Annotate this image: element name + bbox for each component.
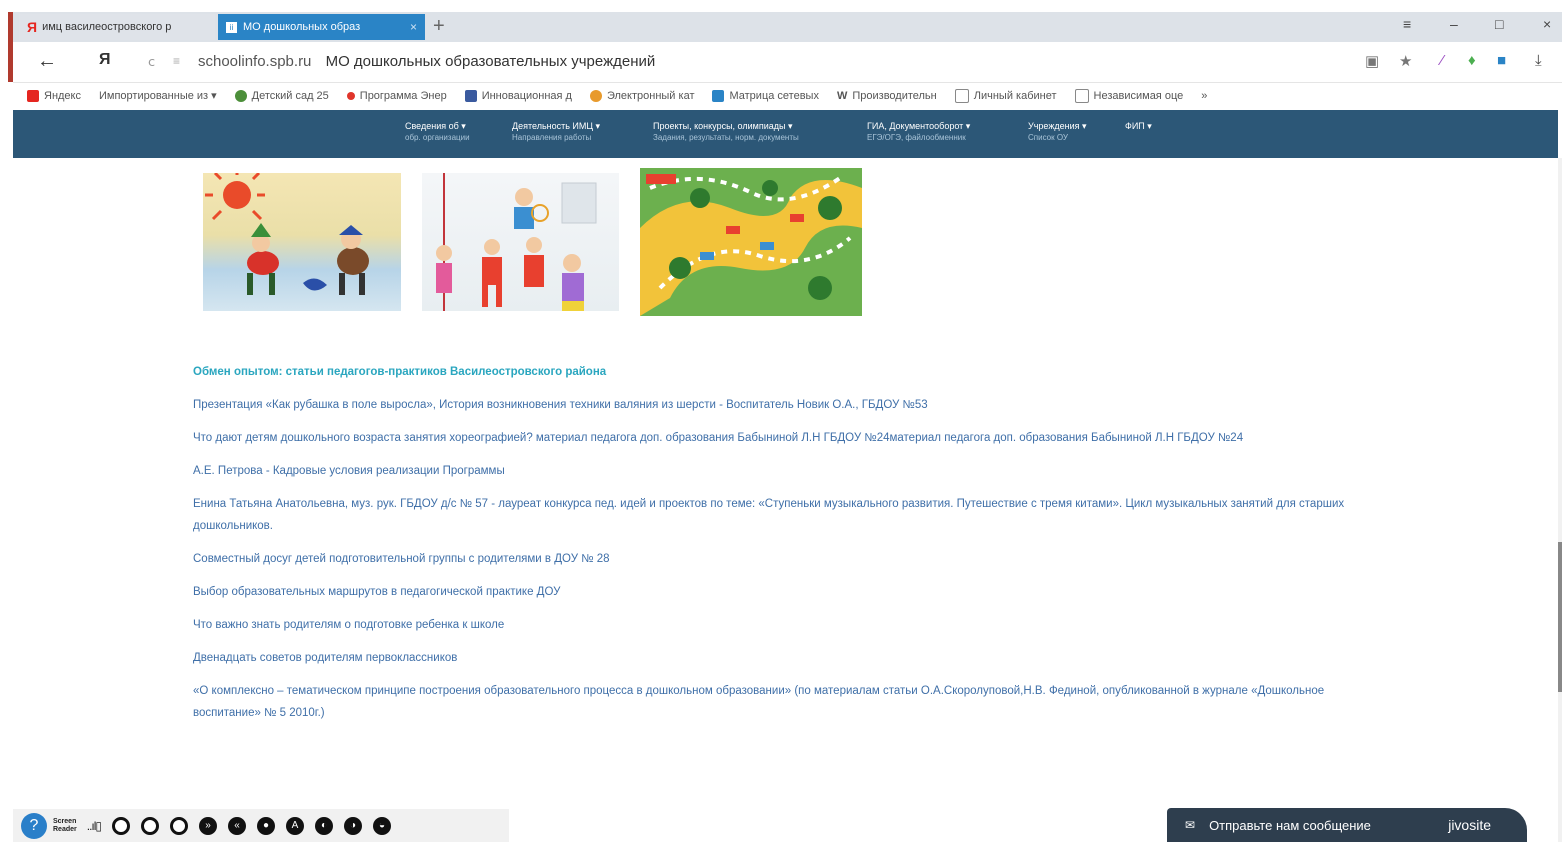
dot-icon: [346, 91, 355, 100]
reload-icon[interactable]: ⅽ: [148, 54, 155, 70]
tab-label: имц василеостровского р: [42, 21, 172, 33]
bookmark-proizvoditeln[interactable]: W Производительн: [837, 90, 937, 102]
url-host: schoolinfo.spb.ru: [198, 53, 312, 70]
yandex-icon: [27, 89, 39, 102]
site-navigation: Сведения об ▾ обр. организации Деятельнос…: [13, 110, 1558, 158]
nav-proekty[interactable]: Проекты, конкурсы, олимпиады ▾ Задания, р…: [653, 120, 799, 144]
new-tab-button[interactable]: +: [433, 15, 445, 38]
tab-bar: Я имц василеостровского р ii МО дошкольн…: [13, 12, 1562, 42]
screen-reader-label: Screen Reader: [53, 817, 77, 833]
w-icon: W: [836, 89, 848, 102]
tab-close-icon[interactable]: ×: [410, 20, 417, 34]
address-bar: ← Я ⅽ ≡ schoolinfo.spb.ru МО дошкольных …: [13, 42, 1562, 83]
speed-down-icon[interactable]: «: [228, 816, 247, 835]
bookmarks-bar: Яндекс Импортированные из ▾ Детский сад …: [13, 83, 1562, 108]
play-button-icon[interactable]: [112, 816, 131, 835]
nav-deyatelnost[interactable]: Деятельность ИМЦ ▾ Направления работы: [512, 120, 600, 144]
swirl-icon: [589, 89, 602, 102]
bookmarks-more[interactable]: »: [1201, 90, 1207, 102]
nav-svedeniya[interactable]: Сведения об ▾ обр. организации: [405, 120, 470, 144]
extension-icon[interactable]: ■: [1497, 52, 1506, 69]
nav-gia[interactable]: ГИА, Документооборот ▾ ЕГЭ/ОГЭ, файлообме…: [867, 120, 970, 144]
page-icon: [1074, 88, 1089, 103]
childrens-drawing-winter-image[interactable]: [203, 173, 401, 311]
site-info-icon[interactable]: ≡: [173, 54, 180, 68]
tab-mo-doshkolnyh[interactable]: ii МО дошкольных образ ×: [218, 14, 425, 40]
article-link[interactable]: Выбор образовательных маршрутов в педаго…: [193, 581, 1393, 603]
speed-up-icon[interactable]: »: [199, 816, 218, 835]
stop-button-icon[interactable]: [170, 816, 189, 835]
article-link[interactable]: «О комплексно – тематическом принципе по…: [193, 680, 1393, 724]
download-extension-icon[interactable]: ♦: [1468, 52, 1476, 69]
tab-imc[interactable]: Я имц василеостровского р: [19, 14, 215, 40]
page-title: МО дошкольных образовательных учреждений: [325, 53, 656, 70]
section-heading-link[interactable]: Обмен опытом: статьи педагогов-практиков…: [193, 361, 1393, 383]
bookmark-yandex[interactable]: Яндекс: [27, 89, 81, 102]
articles-section: Обмен опытом: статьи педагогов-практиков…: [193, 361, 1393, 735]
chat-message-label: Отправьте нам сообщение: [1209, 817, 1371, 833]
pause-button-icon[interactable]: [141, 816, 160, 835]
close-window-button[interactable]: ×: [1543, 16, 1551, 32]
article-link[interactable]: Что дают детям дошкольного возраста заня…: [193, 427, 1393, 449]
article-link[interactable]: Двенадцать советов родителям первоклассн…: [193, 647, 1393, 669]
nav-fip[interactable]: ФИП ▾: [1125, 120, 1152, 132]
minimize-button[interactable]: –: [1450, 16, 1458, 32]
screen-reader-toolbar: ? Screen Reader ..ıl▯ » « ● A ◐ ◑ ◒: [13, 809, 509, 842]
bookmark-elektronnyy[interactable]: Электронный кат: [589, 89, 694, 102]
downloads-icon[interactable]: ⤓: [1535, 52, 1542, 69]
screen-reader-logo-icon[interactable]: ?: [21, 812, 47, 839]
scrollbar-thumb[interactable]: [1558, 542, 1562, 692]
board-game-map-image[interactable]: [640, 168, 862, 316]
zoom-icon[interactable]: ●: [257, 816, 276, 835]
mail-icon: [464, 89, 477, 102]
bookmark-matrica[interactable]: Матрица сетевых: [712, 89, 819, 102]
bookmark-imported[interactable]: Импортированные из ▾: [99, 89, 217, 102]
grid-icon: [712, 89, 725, 102]
article-link[interactable]: А.Е. Петрова - Кадровые условия реализац…: [193, 460, 1393, 482]
bookmark-nezavisimaya[interactable]: Независимая оце: [1074, 88, 1183, 103]
back-arrow-icon[interactable]: ←: [37, 50, 57, 73]
grayscale-icon[interactable]: ◒: [373, 816, 392, 835]
bookmark-innovacionnaya[interactable]: Инновационная д: [464, 89, 572, 102]
url-field[interactable]: schoolinfo.spb.ru МО дошкольных образова…: [198, 53, 655, 70]
bookmark-lichnyy[interactable]: Личный кабинет: [954, 88, 1057, 103]
bookmark-detskiy-sad[interactable]: Детский сад 25: [234, 89, 329, 102]
bookmark-programma[interactable]: Программа Энер: [346, 90, 447, 102]
nav-uchrezhdeniya[interactable]: Учреждения ▾ Список ОУ: [1028, 120, 1086, 144]
article-link[interactable]: Презентация «Как рубашка в поле выросла»…: [193, 394, 1393, 416]
envelope-icon: ✉: [1185, 818, 1196, 832]
volume-bars-icon[interactable]: ..ıl▯: [87, 819, 102, 833]
jivosite-logo: jivosite: [1448, 817, 1491, 833]
site-icon: ii: [226, 21, 237, 33]
pen-extension-icon[interactable]: ⁄: [1441, 52, 1444, 69]
bookmark-star-icon[interactable]: ★: [1399, 52, 1412, 70]
page-scrollbar[interactable]: [1558, 158, 1562, 842]
jivosite-chat-button[interactable]: ✉ Отправьте нам сообщение jivosite: [1167, 808, 1527, 842]
childrens-paper-figures-image[interactable]: [422, 173, 619, 311]
maximize-button[interactable]: □: [1495, 16, 1503, 32]
page-icon: [954, 88, 969, 103]
window-frame: [0, 0, 9, 842]
globe-icon: [234, 89, 247, 102]
tab-label: МО дошкольных образ: [243, 21, 361, 33]
menu-button[interactable]: ≡: [1403, 16, 1411, 32]
invert-icon[interactable]: ◑: [344, 816, 363, 835]
article-link[interactable]: Что важно знать родителям о подготовке р…: [193, 614, 1393, 636]
font-size-icon[interactable]: A: [286, 816, 305, 835]
yandex-button-icon[interactable]: Я: [99, 51, 111, 69]
reader-mode-icon[interactable]: ▣: [1365, 52, 1379, 70]
yandex-icon: Я: [27, 19, 38, 35]
article-link[interactable]: Совместный досуг детей подготовительной …: [193, 548, 1393, 570]
contrast-icon[interactable]: ◐: [315, 816, 334, 835]
article-link[interactable]: Енина Татьяна Анатольевна, муз. рук. ГБД…: [193, 493, 1393, 537]
